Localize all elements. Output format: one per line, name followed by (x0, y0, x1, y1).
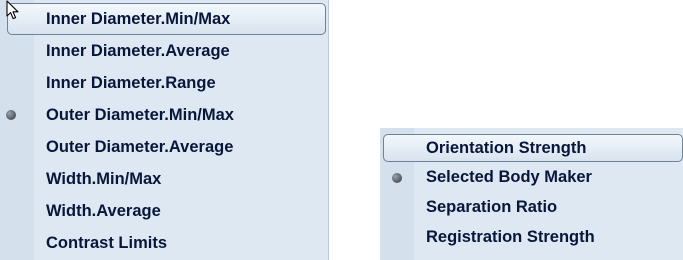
menu-item-inner-diameter-average[interactable]: Inner Diameter.Average (0, 35, 328, 67)
menu-item-inner-diameter-min-max[interactable]: Inner Diameter.Min/Max (7, 3, 326, 35)
menu-item-selected-body-maker[interactable]: Selected Body Maker (380, 162, 683, 192)
menu-item-label: Contrast Limits (46, 234, 168, 252)
menu-item-separation-ratio[interactable]: Separation Ratio (380, 192, 683, 222)
menu-item-label: Width.Average (46, 202, 161, 220)
menu-item-orientation-strength[interactable]: Orientation Strength (383, 134, 683, 162)
menu-item-label: Orientation Strength (426, 139, 587, 157)
menu-item-contrast-limits[interactable]: Contrast Limits (0, 227, 328, 259)
mouse-pointer-icon (6, 0, 19, 20)
menu-item-label: Separation Ratio (426, 198, 558, 216)
menu-item-label: Registration Strength (426, 228, 595, 246)
menu-item-label: Outer Diameter.Average (46, 138, 234, 156)
menu-item-label: Width.Min/Max (46, 170, 162, 188)
radio-bullet-icon (6, 110, 16, 120)
screen: Inner Diameter.Min/Max Inner Diameter.Av… (0, 0, 683, 260)
menu-item-width-min-max[interactable]: Width.Min/Max (0, 163, 328, 195)
radio-bullet-icon (392, 173, 402, 183)
context-menu-right: Orientation Strength Selected Body Maker… (380, 128, 683, 260)
menu-item-inner-diameter-range[interactable]: Inner Diameter.Range (0, 67, 328, 99)
menu-item-list: Orientation Strength Selected Body Maker… (380, 134, 683, 252)
menu-item-label: Inner Diameter.Range (46, 74, 216, 92)
menu-item-outer-diameter-average[interactable]: Outer Diameter.Average (0, 131, 328, 163)
menu-item-label: Outer Diameter.Min/Max (46, 106, 234, 124)
menu-item-width-average[interactable]: Width.Average (0, 195, 328, 227)
menu-item-label: Inner Diameter.Average (46, 42, 230, 60)
menu-item-outer-diameter-min-max[interactable]: Outer Diameter.Min/Max (0, 99, 328, 131)
context-menu-left: Inner Diameter.Min/Max Inner Diameter.Av… (0, 0, 329, 260)
menu-item-list: Inner Diameter.Min/Max Inner Diameter.Av… (0, 3, 328, 259)
menu-item-label: Inner Diameter.Min/Max (46, 10, 231, 28)
menu-item-label: Selected Body Maker (426, 168, 592, 186)
menu-item-registration-strength[interactable]: Registration Strength (380, 222, 683, 252)
